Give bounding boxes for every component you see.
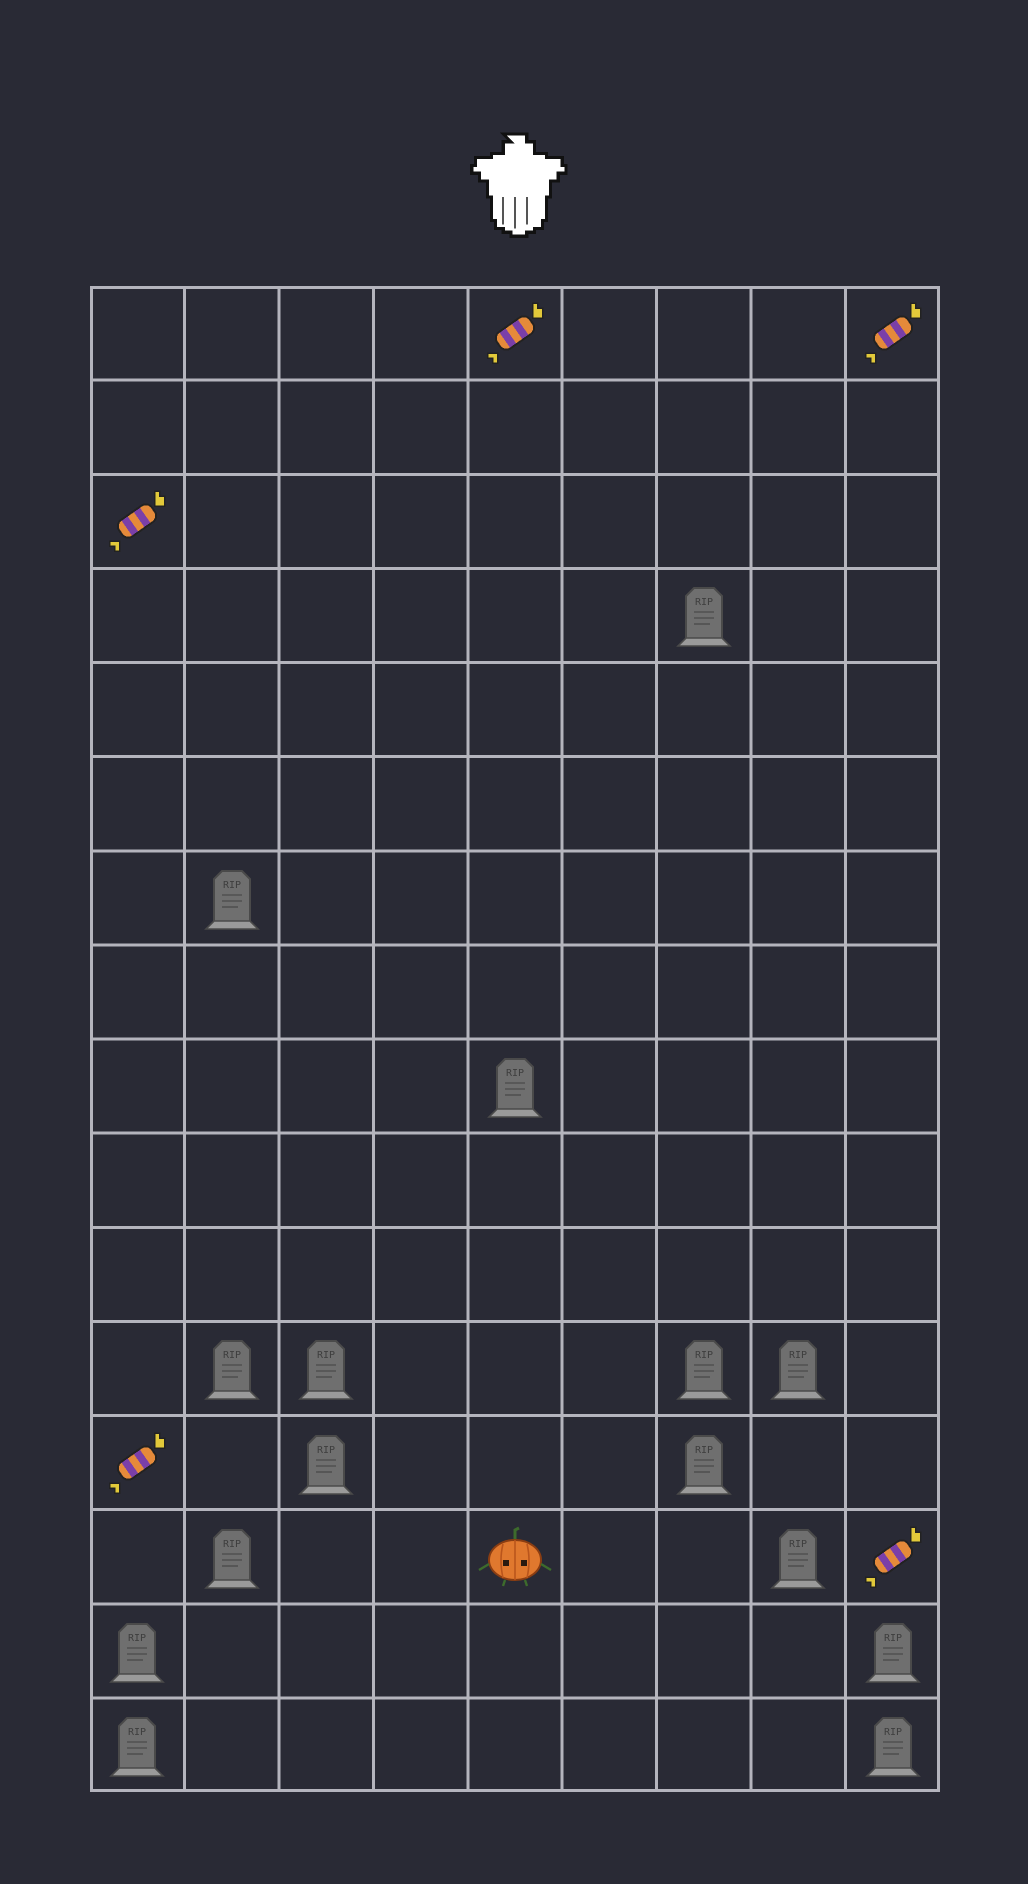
tombstone-icon: RIP [200,1522,264,1592]
ghost-icon [470,132,568,238]
tombstone-icon: RIP [766,1522,830,1592]
svg-text:RIP: RIP [506,1068,524,1079]
candy-cell[interactable] [846,286,940,380]
tombstone-cell[interactable]: RIP [90,1698,184,1792]
svg-text:RIP: RIP [695,1445,713,1456]
tombstone-icon: RIP [294,1333,358,1403]
tombstone-cell[interactable]: RIP [468,1039,562,1133]
tombstone-icon: RIP [672,580,736,650]
tombstone-icon: RIP [200,1333,264,1403]
tombstone-cell[interactable]: RIP [184,1510,278,1604]
tombstone-icon: RIP [200,863,264,933]
tombstone-cell[interactable]: RIP [751,1321,845,1415]
candy-icon [858,298,928,368]
candy-icon [102,486,172,556]
tombstone-icon: RIP [672,1333,736,1403]
player-ghost[interactable] [447,130,583,248]
candy-cell[interactable] [468,286,562,380]
tombstone-icon: RIP [672,1428,736,1498]
tombstone-cell[interactable]: RIP [90,1604,184,1698]
svg-text:RIP: RIP [128,1633,146,1644]
svg-text:RIP: RIP [128,1727,146,1738]
tombstone-icon: RIP [861,1710,925,1780]
candy-cell[interactable] [90,474,184,568]
tombstone-cell[interactable]: RIP [279,1321,373,1415]
svg-text:RIP: RIP [884,1727,902,1738]
tombstone-icon: RIP [105,1616,169,1686]
candy-icon [858,1522,928,1592]
tombstone-cell[interactable]: RIP [184,851,278,945]
tombstone-icon: RIP [861,1616,925,1686]
game-board[interactable]: RIP RIP RIP RIP RIP RIP RIP RIP RIP RIP … [90,286,940,1792]
tombstone-icon: RIP [766,1333,830,1403]
tombstone-cell[interactable]: RIP [846,1604,940,1698]
tombstone-cell[interactable]: RIP [279,1416,373,1510]
candy-cell[interactable] [90,1416,184,1510]
tombstone-icon: RIP [483,1051,547,1121]
tombstone-cell[interactable]: RIP [184,1321,278,1415]
pumpkin-cell[interactable] [468,1510,562,1604]
svg-text:RIP: RIP [695,1350,713,1361]
candy-icon [480,298,550,368]
tombstone-cell[interactable]: RIP [751,1510,845,1604]
tombstone-cell[interactable]: RIP [657,1416,751,1510]
svg-text:RIP: RIP [695,597,713,608]
svg-text:RIP: RIP [317,1445,335,1456]
pumpkin-icon [473,1522,557,1592]
tombstone-cell[interactable]: RIP [657,1321,751,1415]
svg-text:RIP: RIP [223,1539,241,1550]
candy-cell[interactable] [846,1510,940,1604]
candy-icon [102,1428,172,1498]
svg-text:RIP: RIP [223,1350,241,1361]
svg-text:RIP: RIP [884,1633,902,1644]
svg-text:RIP: RIP [789,1539,807,1550]
svg-text:RIP: RIP [223,880,241,891]
svg-text:RIP: RIP [789,1350,807,1361]
tombstone-icon: RIP [294,1428,358,1498]
svg-text:RIP: RIP [317,1350,335,1361]
tombstone-cell[interactable]: RIP [846,1698,940,1792]
tombstone-cell[interactable]: RIP [657,568,751,662]
tombstone-icon: RIP [105,1710,169,1780]
